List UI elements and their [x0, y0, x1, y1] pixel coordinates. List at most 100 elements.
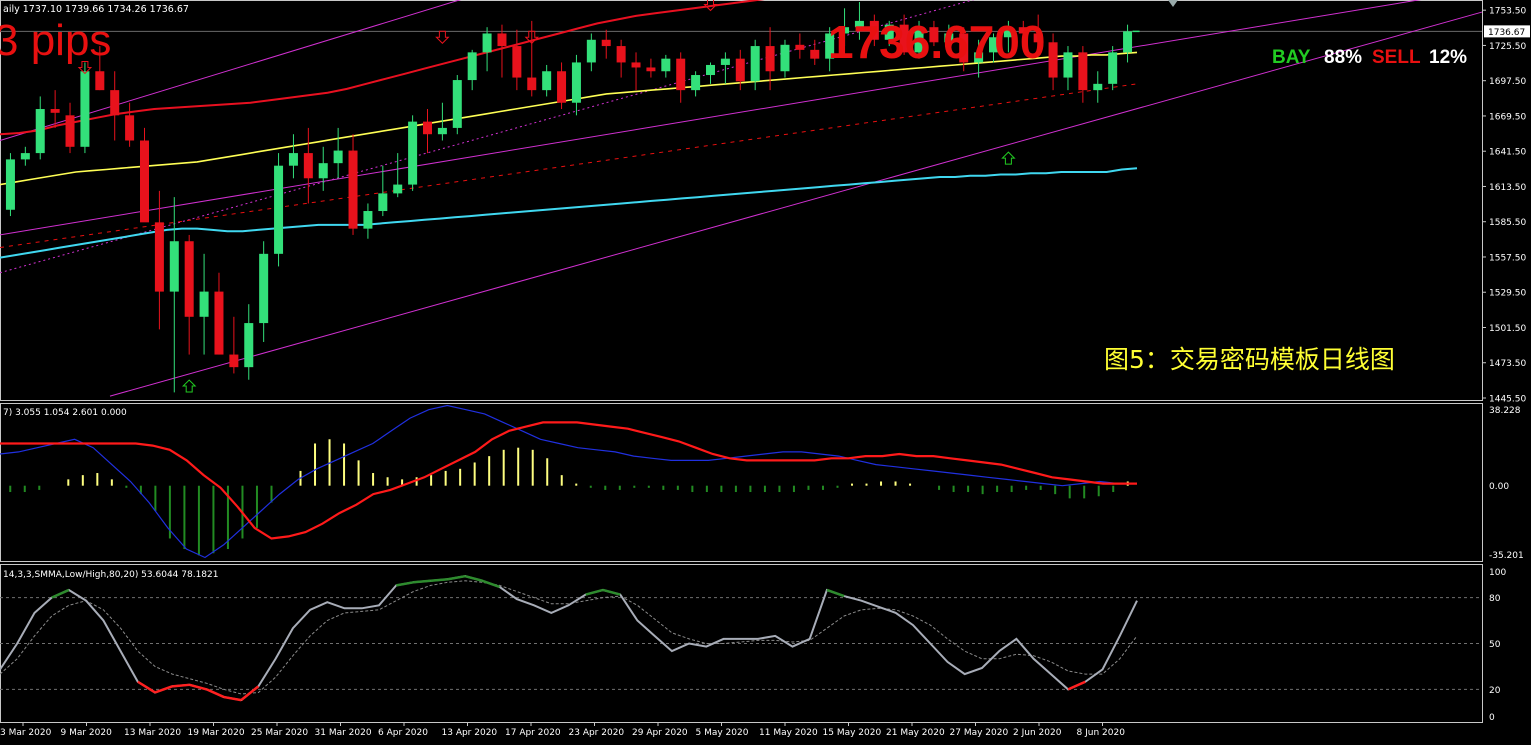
time-tick-label: 23 Apr 2020	[569, 728, 625, 738]
candle[interactable]	[274, 153, 284, 267]
candle-body	[110, 90, 120, 116]
candle-body	[1108, 52, 1118, 84]
time-tick-label: 19 Mar 2020	[188, 728, 245, 738]
price-tick-label: 1613.50	[1489, 183, 1526, 193]
price-tick-label: 1529.50	[1489, 289, 1526, 299]
candle-body	[50, 109, 60, 113]
price-tick-label: 1697.50	[1489, 77, 1526, 87]
candle-body	[497, 33, 507, 47]
candle-body	[616, 46, 626, 63]
price-tick-label: 1473.50	[1489, 359, 1526, 369]
candle-body	[184, 241, 194, 317]
stochastic-tick-label: 100	[1489, 568, 1506, 578]
candle-body	[750, 46, 760, 82]
price-tick-label: 1641.50	[1489, 148, 1526, 158]
candle-body	[423, 121, 432, 135]
price-tick-label: 1669.50	[1489, 112, 1526, 122]
candle-body	[378, 193, 388, 212]
time-tick-label: 2 Jun 2020	[1013, 728, 1062, 738]
time-tick-label: 9 Mar 2020	[61, 728, 113, 738]
big-price-text: 1736.6700	[828, 16, 1045, 68]
pips-text: 3 pips	[0, 16, 111, 65]
candle[interactable]	[1108, 46, 1118, 91]
candle-body	[780, 44, 790, 72]
candle-body	[229, 354, 239, 368]
candle[interactable]	[140, 127, 149, 223]
price-tick-label: 1445.50	[1489, 395, 1526, 405]
candle-body	[512, 46, 522, 78]
candle-body	[274, 165, 284, 254]
candle-body	[65, 115, 75, 147]
candle-body	[765, 46, 775, 72]
time-tick-label: 6 Apr 2020	[378, 728, 428, 738]
candle-body	[1093, 83, 1103, 91]
sell-label: SELL	[1372, 47, 1421, 68]
candle-body	[601, 39, 611, 47]
candle-body	[1063, 52, 1073, 78]
candle[interactable]	[5, 153, 15, 217]
candle-body	[795, 44, 805, 50]
candle[interactable]	[80, 62, 90, 154]
candle-body	[467, 52, 477, 81]
candle-body	[259, 253, 269, 324]
time-tick-label: 8 Jun 2020	[1077, 728, 1126, 738]
bay-percent: 88%	[1324, 47, 1362, 68]
time-tick-label: 25 Mar 2020	[251, 728, 308, 738]
candle-body	[706, 64, 715, 76]
candle-body	[542, 71, 552, 91]
candle-body	[288, 153, 298, 166]
time-tick-label: 17 Apr 2020	[505, 728, 561, 738]
time-tick-label: 15 May 2020	[823, 728, 882, 738]
candle-body	[720, 58, 730, 65]
time-tick-label: 21 May 2020	[886, 728, 945, 738]
macd-header: 7) 3.055 1.054 2.601 0.000	[3, 408, 127, 418]
candle-body	[1048, 42, 1058, 78]
macd-tick-label: -35.201	[1489, 551, 1524, 561]
candle-body	[408, 121, 418, 185]
candle-body	[214, 291, 224, 355]
candle-body	[333, 150, 343, 164]
candle-body	[125, 115, 135, 141]
candle-body	[318, 163, 328, 179]
candle-body	[5, 159, 15, 210]
candle-body	[571, 62, 581, 103]
candle-body	[20, 153, 30, 160]
candle-body	[631, 62, 641, 68]
candle-body	[1078, 52, 1088, 91]
stochastic-zone-segment	[413, 579, 431, 584]
stochastic-zone-segment	[430, 577, 449, 583]
current-price-label: 1736.67	[1488, 28, 1525, 38]
candle-body	[437, 127, 447, 135]
candle-body	[95, 71, 105, 91]
time-tick-label: 13 Apr 2020	[442, 728, 498, 738]
time-tick-label: 13 Mar 2020	[124, 728, 181, 738]
candle-body	[527, 77, 537, 91]
price-tick-label: 1753.50	[1489, 7, 1526, 17]
candle[interactable]	[452, 75, 462, 135]
candle-body	[140, 140, 149, 223]
candle-body	[35, 109, 45, 154]
stochastic-tick-label: 80	[1489, 594, 1501, 604]
time-tick-label: 29 Apr 2020	[632, 728, 688, 738]
time-tick-label: 27 May 2020	[950, 728, 1009, 738]
candle-body	[348, 150, 358, 229]
stochastic-header: 14,3,3,SMMA,Low/High,80,20) 53.6044 78.1…	[3, 570, 218, 580]
stochastic-zone-segment	[172, 683, 190, 688]
candle-body	[735, 58, 745, 82]
candle-body	[244, 323, 254, 368]
macd-tick-label: 0.00	[1489, 482, 1509, 492]
candle-body	[676, 58, 686, 91]
candle[interactable]	[408, 115, 418, 191]
candle-body	[452, 80, 462, 128]
time-tick-label: 5 May 2020	[696, 728, 749, 738]
price-tick-label: 1585.50	[1489, 218, 1526, 228]
candle-body	[80, 71, 90, 147]
ohlc-readout: aily 1737.10 1739.66 1734.26 1736.67	[3, 4, 189, 15]
candle-body	[646, 67, 656, 72]
price-tick-label: 1725.50	[1489, 42, 1526, 52]
candle-body	[363, 211, 373, 229]
trading-chart[interactable]: 38.228 0.00 -35.201 100 80 50 20 0 1753.50 1725…	[0, 0, 1531, 745]
time-tick-label: 11 May 2020	[759, 728, 818, 738]
candle-body	[691, 75, 701, 91]
candle-body	[586, 39, 596, 63]
